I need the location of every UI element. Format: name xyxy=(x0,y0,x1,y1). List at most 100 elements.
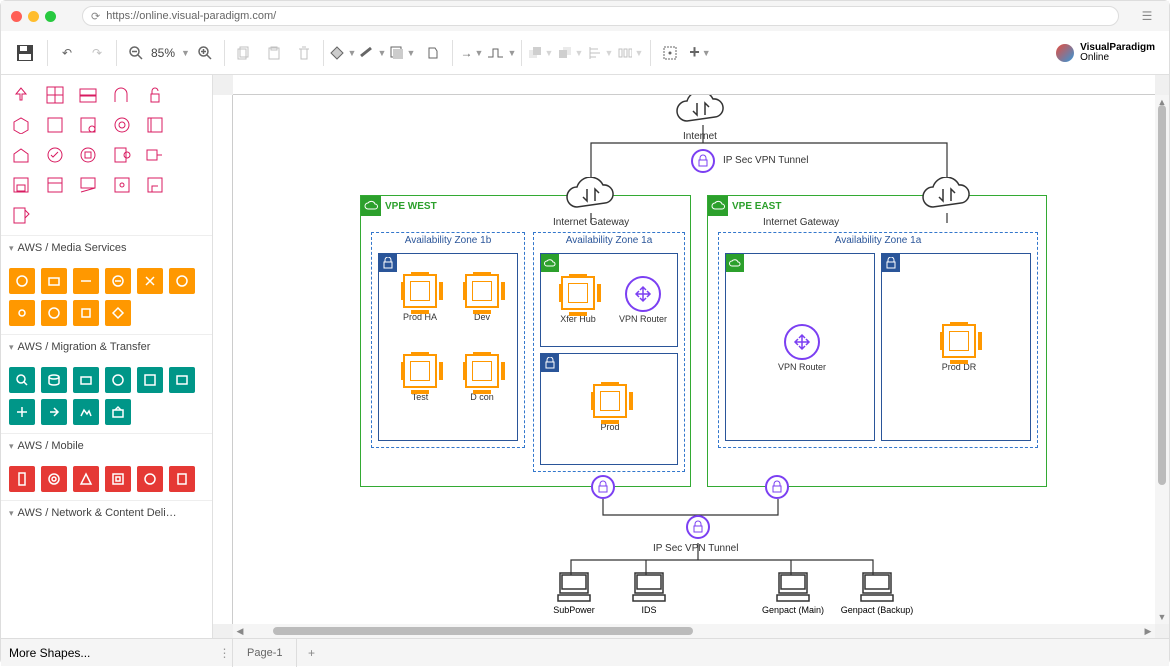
aws-shape[interactable] xyxy=(105,300,131,326)
shape-tool[interactable] xyxy=(9,113,33,137)
panel-header-network[interactable]: AWS / Network & Content Deli… xyxy=(1,500,212,525)
distribute-button[interactable]: ▼ xyxy=(616,38,646,68)
aws-shape[interactable] xyxy=(41,466,67,492)
shape-tool[interactable] xyxy=(43,173,67,197)
zoom-level[interactable]: 85%▼ xyxy=(151,46,190,60)
panel-header-media[interactable]: AWS / Media Services xyxy=(1,235,212,260)
shape-tool[interactable] xyxy=(110,113,134,137)
stroke-button[interactable]: ▼ xyxy=(358,38,388,68)
logo[interactable]: VisualParadigmOnline xyxy=(1056,43,1155,63)
redo-button[interactable]: ↷ xyxy=(82,38,112,68)
add-page-button[interactable]: + xyxy=(297,639,325,667)
aws-shape[interactable] xyxy=(41,300,67,326)
shape-tool[interactable] xyxy=(177,143,201,167)
lock-icon[interactable] xyxy=(765,475,789,499)
tab-drag-handle[interactable]: ⋮ xyxy=(217,639,233,667)
aws-shape[interactable] xyxy=(9,367,35,393)
shape-tool[interactable] xyxy=(177,83,201,107)
zoom-in-button[interactable] xyxy=(190,38,220,68)
to-front-button[interactable]: ▼ xyxy=(526,38,556,68)
aws-shape[interactable] xyxy=(105,268,131,294)
aws-shape[interactable] xyxy=(73,399,99,425)
aws-shape[interactable] xyxy=(41,367,67,393)
shape-tool[interactable] xyxy=(43,83,67,107)
internet-cloud-icon[interactable] xyxy=(673,95,729,131)
vertical-scrollbar[interactable]: ▲ ▼ xyxy=(1155,95,1169,624)
save-button[interactable] xyxy=(7,38,43,68)
aws-shape[interactable] xyxy=(9,466,35,492)
aws-shape[interactable] xyxy=(169,466,195,492)
aws-shape[interactable] xyxy=(73,268,99,294)
cloud-gateway-east-icon[interactable] xyxy=(919,177,975,217)
shape-tool[interactable] xyxy=(76,113,100,137)
diagram[interactable]: Internet IP Sec VPN Tunnel Internet Gate… xyxy=(233,95,1155,624)
lock-icon[interactable] xyxy=(691,149,715,173)
connector-style-button[interactable]: ▼ xyxy=(487,38,517,68)
shape-tool[interactable] xyxy=(177,113,201,137)
shape-tool[interactable] xyxy=(9,173,33,197)
copy-button[interactable] xyxy=(229,38,259,68)
shadow-button[interactable]: ▼ xyxy=(388,38,418,68)
scroll-thumb[interactable] xyxy=(1158,105,1166,485)
shape-tool[interactable] xyxy=(76,143,100,167)
aws-shape[interactable] xyxy=(9,300,35,326)
cloud-gateway-west-icon[interactable] xyxy=(563,177,619,217)
more-shapes-button[interactable]: More Shapes... xyxy=(1,646,213,660)
shape-tool[interactable] xyxy=(177,173,201,197)
aws-shape[interactable] xyxy=(137,268,163,294)
panel-header-mobile[interactable]: AWS / Mobile xyxy=(1,433,212,458)
reload-icon[interactable]: ⟳ xyxy=(91,10,100,23)
shape-tool[interactable] xyxy=(76,83,100,107)
sidebar-scrollbar[interactable] xyxy=(204,81,212,632)
aws-shape[interactable] xyxy=(105,466,131,492)
aws-shape[interactable] xyxy=(9,399,35,425)
delete-button[interactable] xyxy=(289,38,319,68)
aws-shape[interactable] xyxy=(41,268,67,294)
select-tool-button[interactable] xyxy=(655,38,685,68)
shape-tool[interactable] xyxy=(110,143,134,167)
scroll-thumb[interactable] xyxy=(273,627,693,635)
browser-menu-button[interactable]: ☰ xyxy=(1135,4,1159,28)
shape-tool[interactable] xyxy=(143,83,167,107)
horizontal-scrollbar[interactable]: ◀ ▶ xyxy=(233,624,1155,638)
minimize-window-button[interactable] xyxy=(28,11,39,22)
aws-shape[interactable] xyxy=(73,466,99,492)
aws-shape[interactable] xyxy=(169,367,195,393)
aws-shape[interactable] xyxy=(105,399,131,425)
close-window-button[interactable] xyxy=(11,11,22,22)
lock-icon[interactable] xyxy=(686,515,710,539)
url-bar[interactable]: ⟳ https://online.visual-paradigm.com/ xyxy=(82,6,1119,26)
aws-shape[interactable] xyxy=(73,367,99,393)
shape-tool[interactable] xyxy=(43,143,67,167)
shape-tool[interactable] xyxy=(9,143,33,167)
shape-tool[interactable] xyxy=(143,173,167,197)
paste-button[interactable] xyxy=(259,38,289,68)
format-painter-button[interactable] xyxy=(418,38,448,68)
aws-shape[interactable] xyxy=(41,399,67,425)
panel-header-migration[interactable]: AWS / Migration & Transfer xyxy=(1,334,212,359)
shape-tool[interactable] xyxy=(143,113,167,137)
tab-page-1[interactable]: Page-1 xyxy=(233,639,297,667)
aws-shape[interactable] xyxy=(9,268,35,294)
aws-shape[interactable] xyxy=(137,466,163,492)
aws-shape[interactable] xyxy=(169,268,195,294)
connector-start-button[interactable]: →▼ xyxy=(457,38,487,68)
lock-icon[interactable] xyxy=(591,475,615,499)
shape-tool[interactable] xyxy=(76,173,100,197)
canvas[interactable]: Internet IP Sec VPN Tunnel Internet Gate… xyxy=(233,95,1155,624)
shape-tool[interactable] xyxy=(9,83,33,107)
shape-tool[interactable] xyxy=(143,143,167,167)
shape-tool[interactable] xyxy=(110,173,134,197)
shape-tool[interactable] xyxy=(43,113,67,137)
align-button[interactable]: ▼ xyxy=(586,38,616,68)
aws-shape[interactable] xyxy=(137,367,163,393)
zoom-out-button[interactable] xyxy=(121,38,151,68)
add-button[interactable]: +▼ xyxy=(685,38,715,68)
aws-shape[interactable] xyxy=(105,367,131,393)
maximize-window-button[interactable] xyxy=(45,11,56,22)
to-back-button[interactable]: ▼ xyxy=(556,38,586,68)
fill-button[interactable]: ▼ xyxy=(328,38,358,68)
shape-tool[interactable] xyxy=(9,203,33,227)
shape-tool[interactable] xyxy=(110,83,134,107)
undo-button[interactable]: ↶ xyxy=(52,38,82,68)
